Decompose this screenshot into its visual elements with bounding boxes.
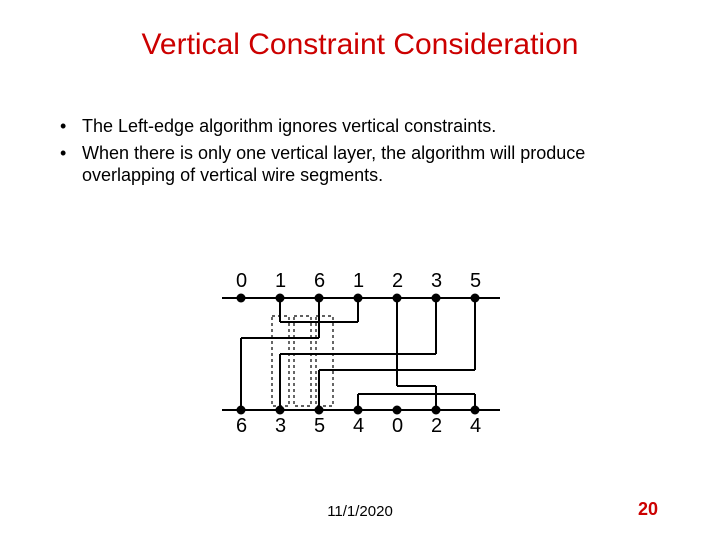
slide: Vertical Constraint Consideration • The … xyxy=(0,0,720,540)
pin-label: 6 xyxy=(300,270,339,293)
bullet-dot: • xyxy=(60,115,82,138)
pin-label: 1 xyxy=(339,270,378,293)
pin-label: 1 xyxy=(261,270,300,293)
pin-label: 4 xyxy=(339,415,378,438)
footer-page-number: 20 xyxy=(638,499,658,520)
pin-label: 5 xyxy=(456,270,495,293)
top-pin-labels: 0 1 6 1 2 3 5 xyxy=(222,270,495,293)
pin-label: 2 xyxy=(378,270,417,293)
pin-label: 0 xyxy=(378,415,417,438)
slide-body: • The Left-edge algorithm ignores vertic… xyxy=(60,115,660,191)
pin-label: 6 xyxy=(222,415,261,438)
pin-label: 3 xyxy=(417,270,456,293)
footer-date: 11/1/2020 xyxy=(0,503,720,520)
routing-diagram: 0 1 6 1 2 3 5 6 3 5 4 0 2 4 xyxy=(222,270,500,440)
bullet-text: When there is only one vertical layer, t… xyxy=(82,142,660,187)
pin-label: 5 xyxy=(300,415,339,438)
pin-label: 3 xyxy=(261,415,300,438)
bottom-pin-labels: 6 3 5 4 0 2 4 xyxy=(222,415,495,438)
bullet-text: The Left-edge algorithm ignores vertical… xyxy=(82,115,660,138)
bullet-item: • When there is only one vertical layer,… xyxy=(60,142,660,187)
bullet-dot: • xyxy=(60,142,82,187)
pin-label: 2 xyxy=(417,415,456,438)
slide-title: Vertical Constraint Consideration xyxy=(0,28,720,62)
pin-label: 0 xyxy=(222,270,261,293)
pin-label: 4 xyxy=(456,415,495,438)
bullet-item: • The Left-edge algorithm ignores vertic… xyxy=(60,115,660,138)
